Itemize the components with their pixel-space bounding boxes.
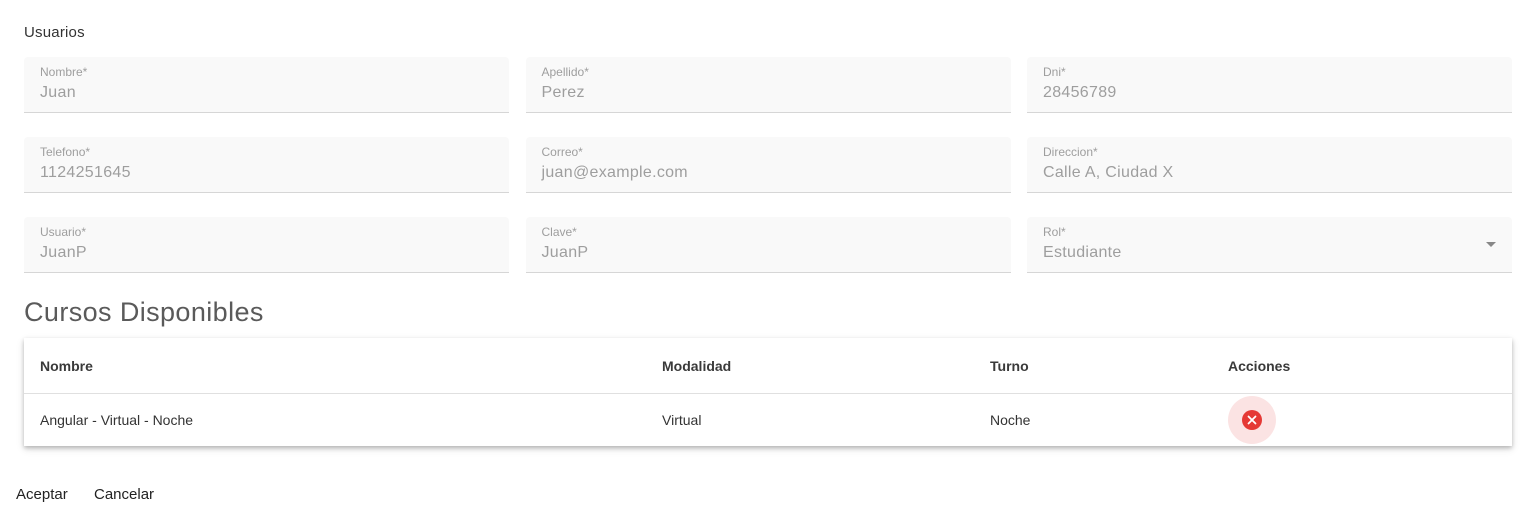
dni-field[interactable]: Dni* 28456789 <box>1027 57 1512 113</box>
apellido-field[interactable]: Apellido* Perez <box>525 57 1011 113</box>
user-dialog: Usuarios Nombre* Juan Apellido* Perez Dn… <box>0 0 1536 518</box>
telefono-field[interactable]: Telefono* 1124251645 <box>24 137 509 193</box>
telefono-value: 1124251645 <box>40 164 131 181</box>
clave-value: JuanP <box>541 244 589 261</box>
cancel-button[interactable]: Cancelar <box>94 486 154 503</box>
cell-nombre: Angular - Virtual - Noche <box>40 412 194 428</box>
clave-label: Clave* <box>541 225 577 239</box>
cancel-icon <box>1242 410 1262 430</box>
form-section-title: Usuarios <box>24 24 85 41</box>
table-header: Nombre Modalidad Turno Acciones <box>24 338 1512 394</box>
apellido-label: Apellido* <box>541 65 589 79</box>
clave-field[interactable]: Clave* JuanP <box>525 217 1011 273</box>
table-row: Angular - Virtual - Noche Virtual Noche <box>24 394 1512 446</box>
courses-table: Nombre Modalidad Turno Acciones Angular … <box>24 338 1512 446</box>
column-header-nombre: Nombre <box>40 358 93 374</box>
cell-turno: Noche <box>990 412 1031 428</box>
usuario-value: JuanP <box>40 244 87 261</box>
chevron-down-icon[interactable] <box>1486 242 1496 247</box>
direccion-label: Direccion* <box>1043 145 1098 159</box>
accept-button[interactable]: Aceptar <box>16 486 68 503</box>
courses-title: Cursos Disponibles <box>24 297 264 327</box>
user-form: Nombre* Juan Apellido* Perez Dni* 284567… <box>24 57 1512 273</box>
usuario-field[interactable]: Usuario* JuanP <box>24 217 509 273</box>
correo-field[interactable]: Correo* juan@example.com <box>525 137 1011 193</box>
nombre-value: Juan <box>40 84 76 101</box>
usuario-label: Usuario* <box>40 225 87 239</box>
rol-label: Rol* <box>1043 225 1066 239</box>
dni-value: 28456789 <box>1043 84 1117 101</box>
nombre-label: Nombre* <box>40 65 88 79</box>
apellido-value: Perez <box>541 84 585 101</box>
direccion-value: Calle A, Ciudad X <box>1043 164 1174 181</box>
dni-label: Dni* <box>1043 65 1066 79</box>
column-header-acciones: Acciones <box>1228 358 1291 374</box>
nombre-field[interactable]: Nombre* Juan <box>24 57 509 113</box>
rol-select[interactable]: Rol* Estudiante <box>1027 217 1512 273</box>
cell-modalidad: Virtual <box>662 412 702 428</box>
column-header-modalidad: Modalidad <box>662 358 732 374</box>
correo-label: Correo* <box>541 145 583 159</box>
direccion-field[interactable]: Direccion* Calle A, Ciudad X <box>1027 137 1512 193</box>
telefono-label: Telefono* <box>40 145 91 159</box>
column-header-turno: Turno <box>990 358 1029 374</box>
rol-value: Estudiante <box>1043 244 1122 261</box>
remove-course-button[interactable] <box>1228 396 1276 444</box>
correo-value: juan@example.com <box>541 164 688 181</box>
